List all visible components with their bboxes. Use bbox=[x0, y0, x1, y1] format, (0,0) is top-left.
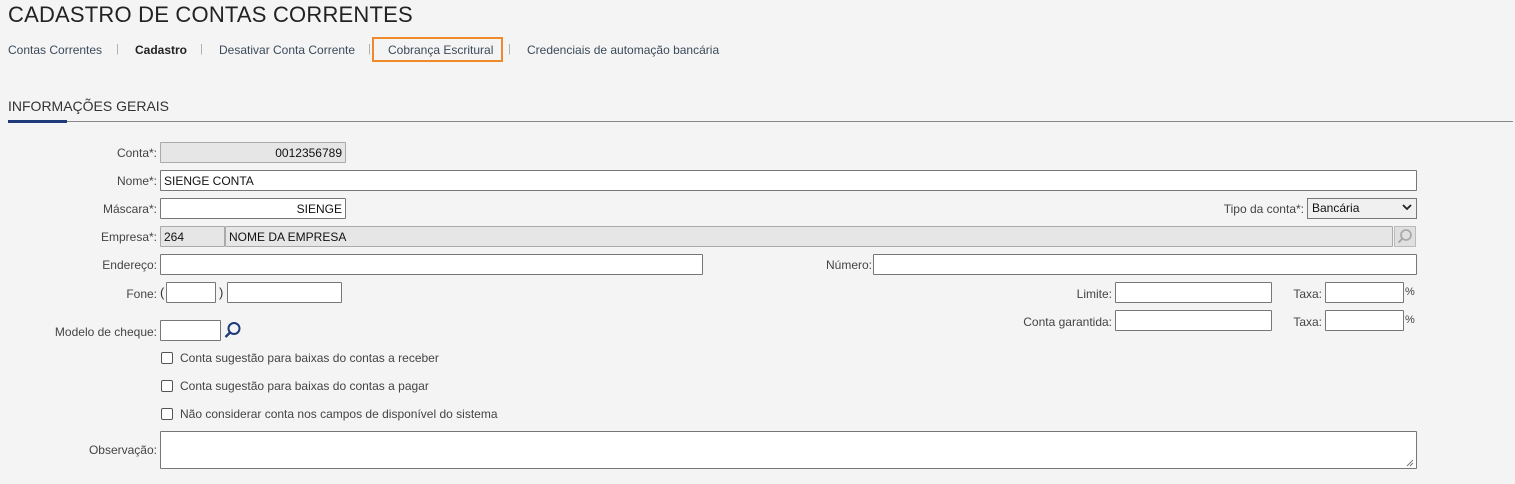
checkbox-conta-sugestao-pagar[interactable] bbox=[161, 380, 173, 392]
conta-field[interactable] bbox=[160, 142, 346, 163]
section-divider bbox=[8, 121, 1513, 122]
numero-field[interactable] bbox=[873, 254, 1417, 275]
search-icon bbox=[224, 322, 241, 338]
checkbox-label-nao-considerar: Não considerar conta nos campos de dispo… bbox=[180, 407, 498, 421]
tab-cadastro[interactable]: Cadastro bbox=[135, 43, 187, 57]
tab-credenciais-automacao-bancaria[interactable]: Credenciais de automação bancária bbox=[527, 43, 719, 57]
taxa-garantida-field[interactable] bbox=[1325, 310, 1404, 331]
conta-garantida-label: Conta garantida: bbox=[1023, 315, 1112, 329]
checkbox-label-pagar: Conta sugestão para baixas do contas a p… bbox=[180, 379, 429, 393]
limite-field[interactable] bbox=[1115, 282, 1272, 303]
taxa-garantida-label: Taxa: bbox=[1293, 315, 1322, 329]
modelo-cheque-label: Modelo de cheque: bbox=[54, 325, 157, 339]
tipo-conta-select[interactable]: Bancária bbox=[1307, 198, 1417, 219]
tab-separator: | bbox=[368, 43, 371, 55]
tipo-conta-label: Tipo da conta*: bbox=[1223, 202, 1304, 216]
page-title: CADASTRO DE CONTAS CORRENTES bbox=[8, 2, 413, 27]
observacao-field[interactable] bbox=[160, 431, 1417, 469]
tab-highlight-box bbox=[372, 37, 503, 62]
tab-separator: | bbox=[508, 43, 511, 55]
checkbox-conta-sugestao-receber[interactable] bbox=[161, 352, 173, 364]
section-title: INFORMAÇÕES GERAIS bbox=[8, 98, 170, 114]
modelo-cheque-search-button[interactable] bbox=[222, 320, 244, 341]
empresa-label: Empresa*: bbox=[100, 230, 157, 244]
fone-ddd-field[interactable] bbox=[166, 282, 216, 303]
empresa-code-field[interactable] bbox=[160, 226, 225, 247]
mascara-field[interactable] bbox=[160, 198, 346, 219]
checkbox-nao-considerar-disponivel[interactable] bbox=[161, 408, 173, 420]
nome-field[interactable] bbox=[160, 170, 1417, 191]
fone-close-paren: ) bbox=[219, 285, 224, 300]
tab-separator: | bbox=[116, 43, 119, 55]
fone-label: Fone: bbox=[126, 287, 157, 301]
resize-handle-icon[interactable] bbox=[1406, 459, 1414, 467]
tab-desativar-conta-corrente[interactable]: Desativar Conta Corrente bbox=[219, 43, 355, 57]
mascara-label: Máscara*: bbox=[102, 202, 157, 216]
empresa-name-field[interactable] bbox=[225, 226, 1393, 247]
tipo-conta-selected-value: Bancária bbox=[1312, 201, 1360, 215]
tab-separator: | bbox=[200, 43, 203, 55]
observacao-label: Observação: bbox=[88, 443, 157, 457]
modelo-cheque-field[interactable] bbox=[160, 320, 221, 341]
section-accent-bar bbox=[8, 120, 67, 123]
taxa-garantida-percent: % bbox=[1405, 314, 1415, 326]
numero-label: Número: bbox=[825, 258, 872, 272]
fone-number-field[interactable] bbox=[227, 282, 342, 303]
fone-open-paren: ( bbox=[160, 285, 165, 300]
taxa-field[interactable] bbox=[1325, 282, 1404, 303]
nome-label: Nome*: bbox=[116, 174, 157, 188]
taxa-percent: % bbox=[1405, 286, 1415, 298]
taxa-label: Taxa: bbox=[1293, 287, 1322, 301]
endereco-field[interactable] bbox=[160, 254, 703, 275]
limite-label: Limite: bbox=[1076, 287, 1112, 301]
conta-garantida-field[interactable] bbox=[1115, 310, 1272, 331]
search-icon bbox=[1397, 229, 1412, 244]
tab-contas-correntes[interactable]: Contas Correntes bbox=[8, 43, 102, 57]
endereco-label: Endereço: bbox=[102, 258, 157, 272]
checkbox-label-receber: Conta sugestão para baixas do contas a r… bbox=[180, 351, 439, 365]
empresa-search-button[interactable] bbox=[1394, 226, 1416, 247]
chevron-down-icon bbox=[1402, 200, 1412, 217]
conta-label: Conta*: bbox=[116, 146, 157, 160]
